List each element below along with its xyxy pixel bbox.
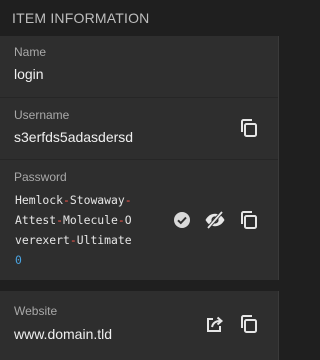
eye-slash-icon [205,211,225,229]
username-value: s3erfds5adasdersd [14,129,134,145]
password-separator: - [69,233,77,247]
toggle-visibility-button[interactable] [203,208,227,232]
launch-icon [207,316,224,332]
password-line: Attest-Molecule-O [15,210,165,230]
copy-icon [241,315,257,333]
password-word: Stowaway [69,193,125,207]
divider [0,159,278,160]
section-header: ITEM INFORMATION [0,0,279,36]
check-circle-icon [174,212,190,228]
password-word: Molecule [63,213,118,227]
divider [0,97,278,98]
password-separator: - [63,193,70,207]
password-separator: - [117,213,125,227]
password-line: 0 [15,250,165,270]
section-title: ITEM INFORMATION [12,10,150,26]
copy-icon [241,211,257,229]
password-word: O [124,213,132,227]
copy-icon [241,119,257,137]
check-password-button[interactable] [170,208,194,232]
password-line: verexert-Ultimate [15,230,165,250]
copy-website-button[interactable] [237,312,261,336]
website-label: Website [14,304,58,318]
password-value: Hemlock-Stowaway- Attest-Molecule-O verexe… [15,190,165,270]
item-fields-card: Name login Username s3erfds5adasdersd Pa… [0,36,279,280]
name-label: Name [14,45,47,59]
copy-username-button[interactable] [237,116,261,140]
password-word: Hemlock [15,193,64,207]
name-value: login [14,66,44,82]
website-card: Website www.domain.tld [0,291,279,360]
password-label: Password [14,170,67,184]
password-line: Hemlock-Stowaway- [15,190,165,210]
password-number: 0 [15,253,22,267]
password-word: verexert [15,233,70,247]
password-separator: - [124,193,132,207]
copy-password-button[interactable] [237,208,261,232]
password-separator: - [56,213,64,227]
password-word: Attest [15,213,57,227]
launch-website-button[interactable] [203,312,227,336]
username-label: Username [14,108,70,122]
website-value: www.domain.tld [14,326,113,342]
password-word: Ultimate [76,233,132,247]
